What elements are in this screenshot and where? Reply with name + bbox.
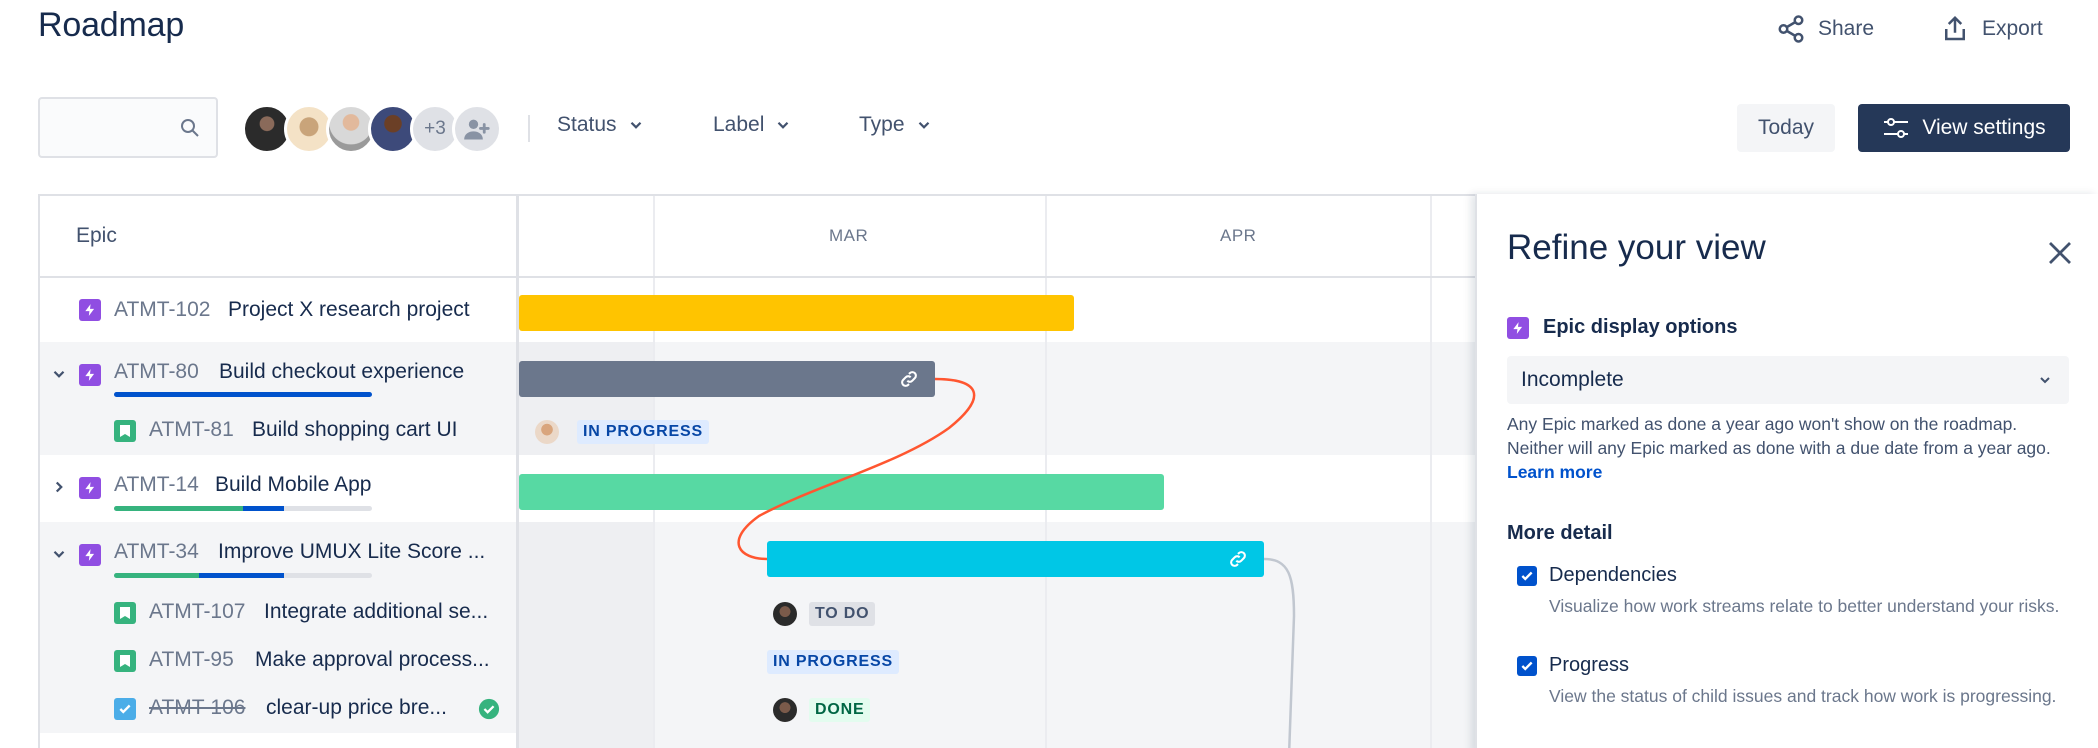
epic-display-help: Any Epic marked as done a year ago won't… [1507,412,2069,484]
epic-icon [79,544,101,566]
view-settings-button[interactable]: View settings [1858,104,2070,152]
export-button[interactable]: Export [1940,14,2043,44]
issue-title: Build Mobile App [215,473,372,496]
progress-bar [114,573,372,578]
epic-icon [79,364,101,386]
list-item[interactable]: ATMT-34 Improve UMUX Lite Score ... [40,522,516,589]
export-icon [1945,15,1965,41]
avatar[interactable] [773,698,797,722]
epic-icon [79,477,101,499]
status-filter-label: Status [557,113,617,136]
learn-more-link[interactable]: Learn more [1507,462,1602,482]
chevron-down-icon [2040,377,2050,384]
progress-option: Progress View the status of child issues… [1507,654,2077,734]
list-item[interactable]: ATMT-14 Build Mobile App [40,455,516,522]
story-icon [114,650,136,672]
share-label: Share [1818,17,1875,40]
epic-icon [79,299,101,321]
page-title: Roadmap [38,6,185,44]
search-icon [181,119,199,137]
list-item[interactable]: ATMT-106 clear-up price bre... [40,685,516,733]
epic-list: Epic ATMT-102 Project X research project… [40,196,519,748]
help-text: Any Epic marked as done a year ago won't… [1507,414,2051,458]
issue-title: Build shopping cart UI [252,418,458,441]
issue-title: Integrate additional se... [264,600,489,623]
issue-title: Build checkout experience [219,360,465,383]
export-label: Export [1982,17,2043,40]
dependencies-option: Dependencies Visualize how work streams … [1507,564,2077,644]
dependency-lines [737,377,1296,748]
list-item[interactable]: ATMT-102 Project X research project [40,278,516,342]
chevron-down-icon [918,121,929,129]
type-filter[interactable]: Type [859,113,933,137]
close-icon[interactable] [2045,238,2075,268]
progress-label: Progress [1549,654,1630,676]
view-settings-label: View settings [1922,116,2046,139]
issue-key[interactable]: ATMT-95 [149,648,234,672]
issue-key[interactable]: ATMT-102 [114,298,210,322]
chevron-down-icon[interactable] [50,545,68,563]
issue-title: clear-up price bre... [266,696,447,719]
settings-sliders-icon [1884,118,1909,138]
today-button[interactable]: Today [1737,104,1835,152]
progress-checkbox[interactable] [1517,656,1537,676]
status-badge: TO DO [809,602,876,626]
add-people-button[interactable] [452,104,502,154]
list-item[interactable]: ATMT-95 Make approval process... [40,637,516,685]
chevron-right-icon[interactable] [50,478,68,496]
issue-key[interactable]: ATMT-14 [114,473,199,497]
issue-key[interactable]: ATMT-107 [149,600,245,624]
dependencies-description: Visualize how work streams relate to bet… [1549,596,2060,616]
add-user-icon [464,119,490,140]
dependencies-label: Dependencies [1549,564,1677,586]
progress-bar [114,392,372,397]
progress-description: View the status of child issues and trac… [1549,686,2057,706]
issue-title: Project X research project [228,298,470,321]
epic-display-value: Incomplete [1521,368,1624,391]
label-filter-label: Label [713,113,765,136]
list-item[interactable]: ATMT-107 Integrate additional se... [40,589,516,637]
chevron-down-icon [778,121,789,129]
share-button[interactable]: Share [1776,14,1874,44]
issue-key[interactable]: ATMT-80 [114,360,199,384]
toolbar-divider [528,115,530,142]
list-item[interactable]: ATMT-81 Build shopping cart UI [40,408,516,455]
story-icon [114,420,136,442]
story-icon [114,602,136,624]
dependencies-checkbox[interactable] [1517,566,1537,586]
issue-key[interactable]: ATMT-106 [149,696,245,720]
epic-display-select[interactable]: Incomplete [1507,356,2069,404]
task-icon [114,698,136,720]
panel-title: Refine your view [1507,228,1766,267]
issue-key[interactable]: ATMT-34 [114,540,199,564]
issue-key[interactable]: ATMT-81 [149,418,234,442]
status-badge: DONE [809,698,871,722]
status-filter[interactable]: Status [557,113,645,137]
epic-display-label: Epic display options [1543,316,1738,338]
assignee-avatars: +3 [242,104,502,154]
issue-title: Make approval process... [255,648,490,671]
search-input[interactable] [38,97,218,158]
chevron-down-icon[interactable] [50,365,68,383]
status-badge: IN PROGRESS [767,650,899,674]
avatar[interactable] [773,602,797,626]
label-filter[interactable]: Label [713,113,792,137]
share-icon [1778,15,1804,43]
list-item[interactable]: ATMT-80 Build checkout experience [40,342,516,408]
epic-icon [1507,316,1529,339]
progress-bar [114,506,372,511]
epic-column-header: Epic [40,196,516,278]
issue-title: Improve UMUX Lite Score ... [218,540,486,563]
refine-view-panel: Refine your view Epic display options In… [1475,194,2098,748]
check-circle-icon [478,698,500,720]
more-detail-heading: More detail [1507,522,1613,544]
chevron-down-icon [630,121,641,129]
epic-display-heading: Epic display options [1507,316,1737,339]
type-filter-label: Type [859,113,905,136]
month-divider [1430,196,1432,748]
